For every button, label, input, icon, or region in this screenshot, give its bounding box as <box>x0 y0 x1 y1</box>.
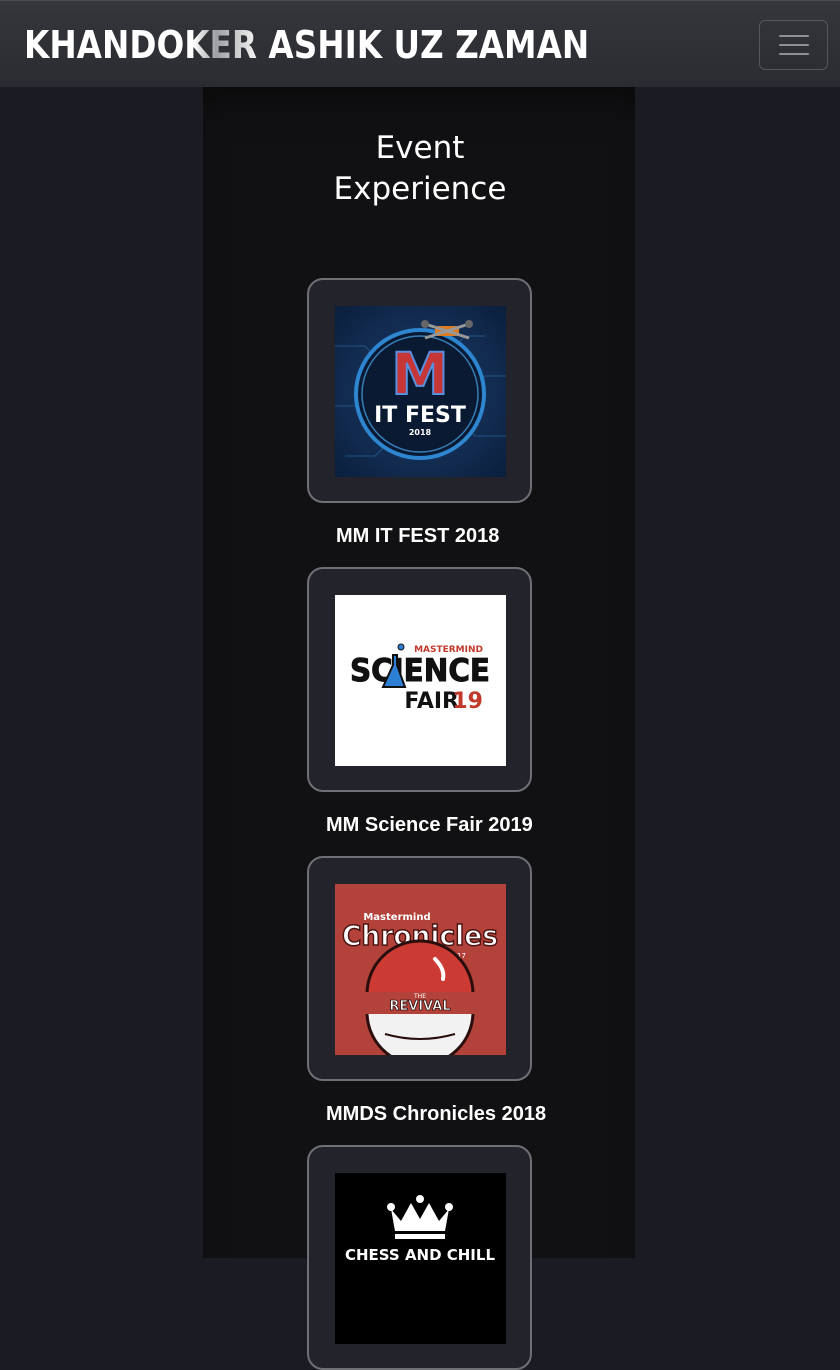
svg-text:IT FEST: IT FEST <box>374 403 466 428</box>
navbar: KHANDOKER ASHIK UZ ZAMAN <box>0 0 840 87</box>
section-title-line-2: Experience <box>333 171 507 207</box>
svg-text:M: M <box>391 340 449 408</box>
event-caption-chronicles: MMDS Chronicles 2018 <box>326 1103 547 1125</box>
svg-text:CHESS AND CHILL: CHESS AND CHILL <box>345 1246 495 1264</box>
chronicles-logo: Mastermind Chronicles 2017 THE REVIVAL <box>335 884 506 1055</box>
section-title-line-1: Event <box>375 130 465 166</box>
event-card-it-fest[interactable]: M IT FEST 2018 <box>307 278 532 503</box>
it-fest-logo: M IT FEST 2018 <box>335 306 506 477</box>
svg-text:FAIR: FAIR <box>404 689 459 714</box>
svg-text:SCIENCE: SCIENCE <box>350 653 490 689</box>
event-card-chronicles[interactable]: Mastermind Chronicles 2017 THE REVIVAL <box>307 856 532 1081</box>
event-caption-it-fest: MM IT FEST 2018 <box>336 525 500 547</box>
svg-text:2018: 2018 <box>409 428 432 437</box>
svg-text:REVIVAL: REVIVAL <box>389 999 450 1014</box>
section-title: Event Experience <box>0 128 840 210</box>
navbar-toggle-button[interactable] <box>759 20 828 70</box>
svg-text:19: 19 <box>452 689 483 714</box>
event-card-science-fair[interactable]: MASTERMIND SCIENCE FAIR 19 <box>307 567 532 792</box>
chess-and-chill-logo: CHESS AND CHILL <box>335 1173 506 1344</box>
brand-link[interactable]: KHANDOKER ASHIK UZ ZAMAN <box>24 19 589 71</box>
event-caption-science-fair: MM Science Fair 2019 <box>326 814 533 836</box>
science-fair-logo: MASTERMIND SCIENCE FAIR 19 <box>335 595 506 766</box>
